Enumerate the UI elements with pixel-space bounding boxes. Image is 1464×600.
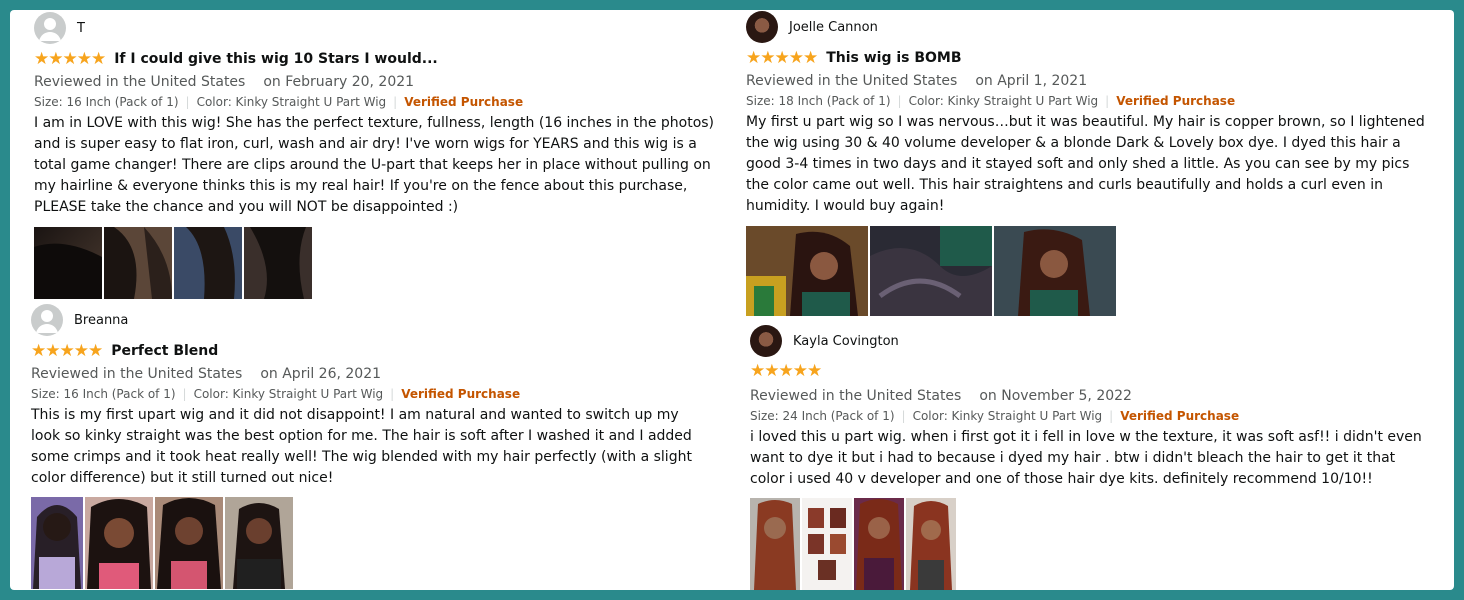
reviewed-in: Reviewed in the United States xyxy=(746,73,958,89)
review-photo[interactable] xyxy=(802,498,852,590)
review-photo[interactable] xyxy=(155,497,223,589)
review-photo[interactable] xyxy=(746,226,868,316)
generic-user-icon xyxy=(31,304,63,336)
review-photo[interactable] xyxy=(994,226,1116,316)
variant-color[interactable]: Color: Kinky Straight U Part Wig xyxy=(909,94,1099,108)
review-photo[interactable] xyxy=(34,227,102,299)
review-card: Breanna ★★★★★ Perfect Blend Reviewed in … xyxy=(31,304,721,589)
review-photo[interactable] xyxy=(906,498,956,590)
reviewed-in: Reviewed in the United States xyxy=(34,74,246,90)
variant-info: Size: 16 Inch (Pack of 1) | Color: Kinky S… xyxy=(31,387,521,401)
review-photo[interactable] xyxy=(85,497,153,589)
review-date: on February 20, 2021 xyxy=(263,74,415,90)
star-rating[interactable]: ★★★★★ xyxy=(750,362,822,380)
review-photo[interactable] xyxy=(31,497,83,589)
reviews-panel: T ★★★★★ If I could give this wig 10 Star… xyxy=(10,10,1454,590)
review-card: T ★★★★★ If I could give this wig 10 Star… xyxy=(34,12,724,299)
reviewer-name: Breanna xyxy=(74,312,129,328)
verified-purchase-badge: Verified Purchase xyxy=(1120,409,1240,423)
review-photos xyxy=(31,497,721,589)
verified-purchase-badge: Verified Purchase xyxy=(1116,94,1236,108)
review-title[interactable]: This wig is BOMB xyxy=(826,50,961,66)
review-card: Kayla Covington ★★★★★ Reviewed in the Un… xyxy=(750,325,1440,590)
review-photos xyxy=(750,498,1440,590)
reviewer-name: T xyxy=(77,20,85,36)
variant-color[interactable]: Color: Kinky Straight U Part Wig xyxy=(913,409,1103,423)
review-photo[interactable] xyxy=(854,498,904,590)
generic-user-icon xyxy=(34,12,66,44)
review-photo[interactable] xyxy=(104,227,172,299)
review-body: i loved this u part wig. when i first go… xyxy=(750,429,1422,487)
review-photo[interactable] xyxy=(750,498,800,590)
variant-info: Size: 16 Inch (Pack of 1) | Color: Kinky S… xyxy=(34,95,524,109)
variant-size[interactable]: Size: 16 Inch (Pack of 1) xyxy=(31,387,176,401)
reviewer-profile[interactable]: Joelle Cannon xyxy=(746,11,1436,43)
review-card: Joelle Cannon ★★★★★ This wig is BOMB Rev… xyxy=(746,11,1436,316)
profile-photo xyxy=(746,11,778,43)
review-photo[interactable] xyxy=(174,227,242,299)
reviewer-profile[interactable]: Kayla Covington xyxy=(750,325,1440,357)
review-photos xyxy=(34,227,724,299)
variant-size[interactable]: Size: 16 Inch (Pack of 1) xyxy=(34,95,179,109)
review-body: I am in LOVE with this wig! She has the … xyxy=(34,115,715,215)
variant-info: Size: 18 Inch (Pack of 1) | Color: Kinky S… xyxy=(746,94,1236,108)
review-body: My first u part wig so I was nervous…but… xyxy=(746,114,1425,214)
review-photo[interactable] xyxy=(870,226,992,316)
star-rating[interactable]: ★★★★★ xyxy=(746,49,818,67)
profile-photo xyxy=(750,325,782,357)
review-meta: Reviewed in the United States on April 26… xyxy=(31,364,721,384)
review-meta: Reviewed in the United States on November… xyxy=(750,386,1440,406)
review-meta: Reviewed in the United States on April 1,… xyxy=(746,71,1436,91)
verified-purchase-badge: Verified Purchase xyxy=(404,95,524,109)
variant-size[interactable]: Size: 24 Inch (Pack of 1) xyxy=(750,409,895,423)
star-rating[interactable]: ★★★★★ xyxy=(34,50,106,68)
reviewer-name: Kayla Covington xyxy=(793,333,899,349)
reviewer-profile[interactable]: Breanna xyxy=(31,304,721,336)
reviewer-name: Joelle Cannon xyxy=(789,19,878,35)
reviewed-in: Reviewed in the United States xyxy=(31,366,243,382)
variant-color[interactable]: Color: Kinky Straight U Part Wig xyxy=(197,95,387,109)
reviewer-profile[interactable]: T xyxy=(34,12,724,44)
star-rating[interactable]: ★★★★★ xyxy=(31,342,103,360)
variant-info: Size: 24 Inch (Pack of 1) | Color: Kinky S… xyxy=(750,409,1240,423)
review-title[interactable]: Perfect Blend xyxy=(111,343,218,359)
variant-color[interactable]: Color: Kinky Straight U Part Wig xyxy=(194,387,384,401)
review-photo[interactable] xyxy=(225,497,293,589)
review-date: on April 26, 2021 xyxy=(260,366,382,382)
review-photo[interactable] xyxy=(244,227,312,299)
review-date: on November 5, 2022 xyxy=(979,388,1132,404)
review-meta: Reviewed in the United States on February… xyxy=(34,72,724,92)
review-photos xyxy=(746,226,1436,316)
verified-purchase-badge: Verified Purchase xyxy=(401,387,521,401)
review-body: This is my first upart wig and it did no… xyxy=(31,407,692,486)
variant-size[interactable]: Size: 18 Inch (Pack of 1) xyxy=(746,94,891,108)
reviewed-in: Reviewed in the United States xyxy=(750,388,962,404)
review-date: on April 1, 2021 xyxy=(975,73,1088,89)
review-title[interactable]: If I could give this wig 10 Stars I woul… xyxy=(114,51,438,67)
